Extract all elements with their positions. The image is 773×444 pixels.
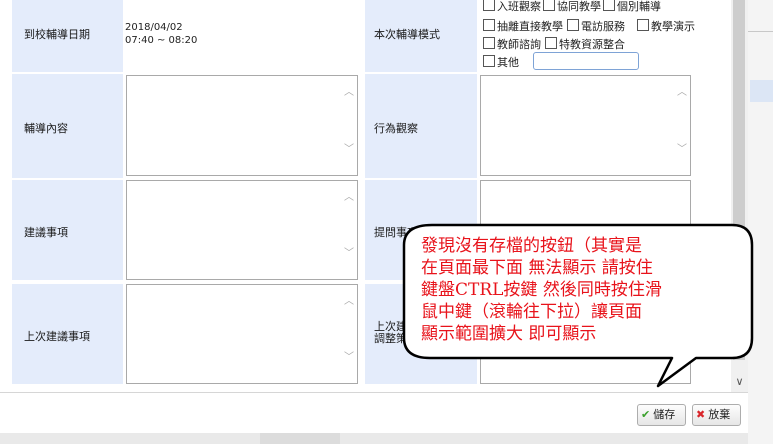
last-suggestion-label: 上次建議事項: [24, 330, 90, 343]
checkbox[interactable]: [483, 19, 495, 31]
scroll-up-icon: ︿: [344, 192, 354, 203]
background-window-bottom: [0, 433, 748, 444]
question-label: 提問事項: [374, 226, 418, 239]
callout-line: 發現沒有存檔的按鈕（其實是: [421, 236, 642, 256]
callout-line: 在頁面最下面 無法顯示 請按住: [421, 258, 653, 278]
visit-date-value-cell: 2018/04/02 07:40 ~ 08:20: [123, 0, 363, 72]
mode-options-cell: 入班觀察 協同教學 個別輔導 抽離直接教學 電訪服務 教學演示 教師諮詢 特教資…: [477, 0, 730, 72]
mode-label: 本次輔導模式: [374, 28, 440, 41]
cross-icon: ✖: [696, 408, 706, 421]
content-textarea[interactable]: ︿ ﹀: [126, 75, 358, 176]
checkmark-icon: ✔: [641, 408, 651, 421]
checkbox[interactable]: [483, 37, 495, 49]
content-label: 輔導內容: [24, 122, 68, 135]
behavior-label: 行為觀察: [374, 122, 418, 135]
callout-line: 鍵盤CTRL按鍵 然後同時按住滑: [421, 280, 662, 300]
mode-option-other[interactable]: 其他: [483, 54, 519, 70]
save-button[interactable]: ✔ 儲存: [637, 404, 686, 426]
mode-option-demonstration[interactable]: 教學演示: [637, 18, 695, 34]
visit-date-label: 到校輔導日期: [24, 28, 90, 41]
suggestion-label: 建議事項: [24, 226, 68, 239]
suggestion-label-cell: 建議事項: [12, 180, 123, 280]
checkbox[interactable]: [483, 0, 495, 11]
behavior-label-cell: 行為觀察: [365, 74, 477, 178]
counseling-record-dialog: 到校輔導日期 2018/04/02 07:40 ~ 08:20 本次輔導模式 入…: [0, 0, 748, 434]
background-window-edge: [748, 0, 773, 444]
checkbox[interactable]: [483, 55, 495, 67]
checkbox[interactable]: [567, 19, 579, 31]
visit-date-value: 2018/04/02: [125, 22, 183, 33]
dialog-footer: ✔ 儲存 ✖ 放棄: [0, 392, 748, 434]
scroll-up-icon: ︿: [677, 87, 687, 98]
scroll-up-icon: ︿: [344, 296, 354, 307]
visit-time-value: 07:40 ~ 08:20: [125, 35, 198, 46]
callout-line: 鼠中鍵（滾輪往下拉）讓頁面: [421, 302, 642, 322]
callout-line: 顯示範圍擴大 即可顯示: [421, 324, 597, 344]
checkbox[interactable]: [543, 0, 555, 11]
other-mode-input[interactable]: [533, 52, 639, 70]
mode-option-individual[interactable]: 個別輔導: [603, 0, 661, 14]
save-button-label: 儲存: [653, 408, 676, 421]
mode-option-pullout-teaching[interactable]: 抽離直接教學: [483, 18, 563, 34]
cancel-button-label: 放棄: [708, 408, 731, 421]
mode-option-phone-service[interactable]: 電訪服務: [567, 18, 625, 34]
checkbox[interactable]: [545, 37, 557, 49]
mode-option-teacher-consult[interactable]: 教師諮詢: [483, 36, 541, 52]
visit-date-label-cell: 到校輔導日期: [12, 0, 123, 72]
checkbox[interactable]: [637, 19, 649, 31]
mode-option-co-teaching[interactable]: 協同教學: [543, 0, 601, 14]
scroll-down-icon: ﹀: [677, 144, 687, 155]
suggestion-textarea[interactable]: ︿ ﹀: [126, 180, 358, 280]
scroll-up-icon: ︿: [344, 87, 354, 98]
mode-option-resource-integration[interactable]: 特教資源整合: [545, 36, 625, 52]
mode-option-class-observation[interactable]: 入班觀察: [483, 0, 541, 14]
behavior-textarea[interactable]: ︿ ﹀: [480, 75, 691, 176]
callout-note: 發現沒有存檔的按鈕（其實是 在頁面最下面 無法顯示 請按住 鍵盤CTRL按鍵 然…: [421, 235, 741, 345]
scroll-down-arrow-icon[interactable]: ∨: [731, 375, 748, 388]
scroll-down-icon: ﹀: [344, 248, 354, 259]
checkbox[interactable]: [603, 0, 615, 11]
scroll-down-icon: ﹀: [344, 352, 354, 363]
mode-label-cell: 本次輔導模式: [365, 0, 477, 72]
last-adjust-label-line2: 調整策: [374, 332, 407, 345]
cancel-button[interactable]: ✖ 放棄: [692, 404, 741, 426]
scroll-down-icon: ﹀: [344, 144, 354, 155]
content-label-cell: 輔導內容: [12, 74, 123, 178]
last-suggestion-textarea[interactable]: ︿ ﹀: [126, 284, 358, 384]
last-suggestion-label-cell: 上次建議事項: [12, 284, 123, 384]
